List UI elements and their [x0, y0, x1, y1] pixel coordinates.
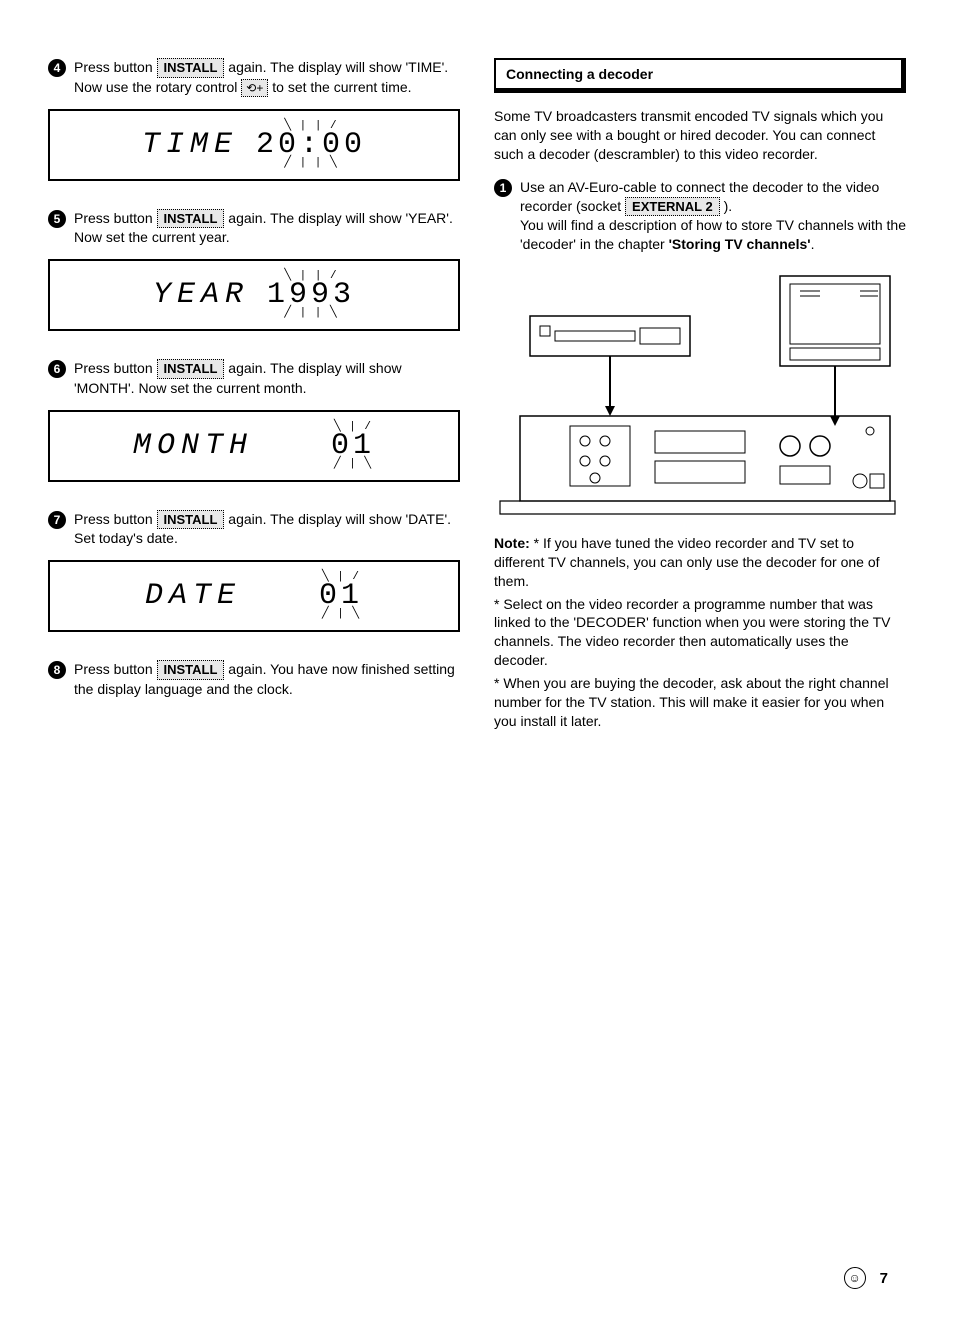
section-heading: Connecting a decoder: [494, 58, 906, 93]
install-button-label: INSTALL: [157, 510, 225, 530]
install-button-label: INSTALL: [157, 660, 225, 680]
lcd-display-month: MONTH ╲ | / 01 ╱ | ╲: [48, 410, 460, 482]
rotary-control-icon: ⟲+: [241, 79, 268, 97]
left-column: 4 Press button INSTALL again. The displa…: [48, 58, 460, 735]
lcd-display-year: YEAR ╲ | | / 1993 ╱ | | ╲: [48, 259, 460, 331]
display-label: TIME: [142, 128, 238, 162]
display-value-flashing: ╲ | / 01 ╱ | ╲: [319, 572, 363, 620]
display-value-flashing: ╲ | | / 20:00 ╱ | | ╲: [256, 121, 366, 169]
step-text: Press button INSTALL again. The display …: [74, 359, 460, 397]
step-4: 4 Press button INSTALL again. The displa…: [48, 58, 460, 97]
right-column: Connecting a decoder Some TV broadcaster…: [494, 58, 906, 735]
step-text: Press button INSTALL again. You have now…: [74, 660, 460, 698]
page-number: 7: [880, 1270, 888, 1287]
step-7: 7 Press button INSTALL again. The displa…: [48, 510, 460, 548]
step-number-icon: 5: [48, 210, 66, 228]
step-6: 6 Press button INSTALL again. The displa…: [48, 359, 460, 397]
page-footer: ☺ 7: [844, 1267, 888, 1289]
step-text: Press button INSTALL again. The display …: [74, 58, 460, 97]
step-number-icon: 4: [48, 59, 66, 77]
note-1: Note: * If you have tuned the video reco…: [494, 534, 906, 591]
note-2: * Select on the video recorder a program…: [494, 595, 906, 671]
display-label: MONTH: [133, 429, 253, 463]
lcd-display-date: DATE ╲ | / 01 ╱ | ╲: [48, 560, 460, 632]
install-button-label: INSTALL: [157, 58, 225, 78]
step-5: 5 Press button INSTALL again. The displa…: [48, 209, 460, 247]
install-button-label: INSTALL: [157, 359, 225, 379]
smiley-icon: ☺: [844, 1267, 866, 1289]
step-text: Use an AV-Euro-cable to connect the deco…: [520, 178, 906, 254]
step-8: 8 Press button INSTALL again. You have n…: [48, 660, 460, 698]
lcd-display-time: TIME ╲ | | / 20:00 ╱ | | ╲: [48, 109, 460, 181]
decoder-step-1: 1 Use an AV-Euro-cable to connect the de…: [494, 178, 906, 254]
step-number-icon: 8: [48, 661, 66, 679]
display-value-flashing: ╲ | / 01 ╱ | ╲: [331, 422, 375, 470]
install-button-label: INSTALL: [157, 209, 225, 229]
display-label: YEAR: [153, 278, 249, 312]
step-text: Press button INSTALL again. The display …: [74, 510, 460, 548]
step-number-icon: 7: [48, 511, 66, 529]
connection-diagram: [494, 266, 906, 516]
step-text: Press button INSTALL again. The display …: [74, 209, 460, 247]
step-number-icon: 6: [48, 360, 66, 378]
external-socket-label: EXTERNAL 2: [625, 197, 720, 217]
intro-paragraph: Some TV broadcasters transmit encoded TV…: [494, 107, 906, 164]
display-label: DATE: [145, 579, 241, 613]
note-3: * When you are buying the decoder, ask a…: [494, 674, 906, 731]
step-number-icon: 1: [494, 179, 512, 197]
display-value-flashing: ╲ | | / 1993 ╱ | | ╲: [267, 271, 355, 319]
